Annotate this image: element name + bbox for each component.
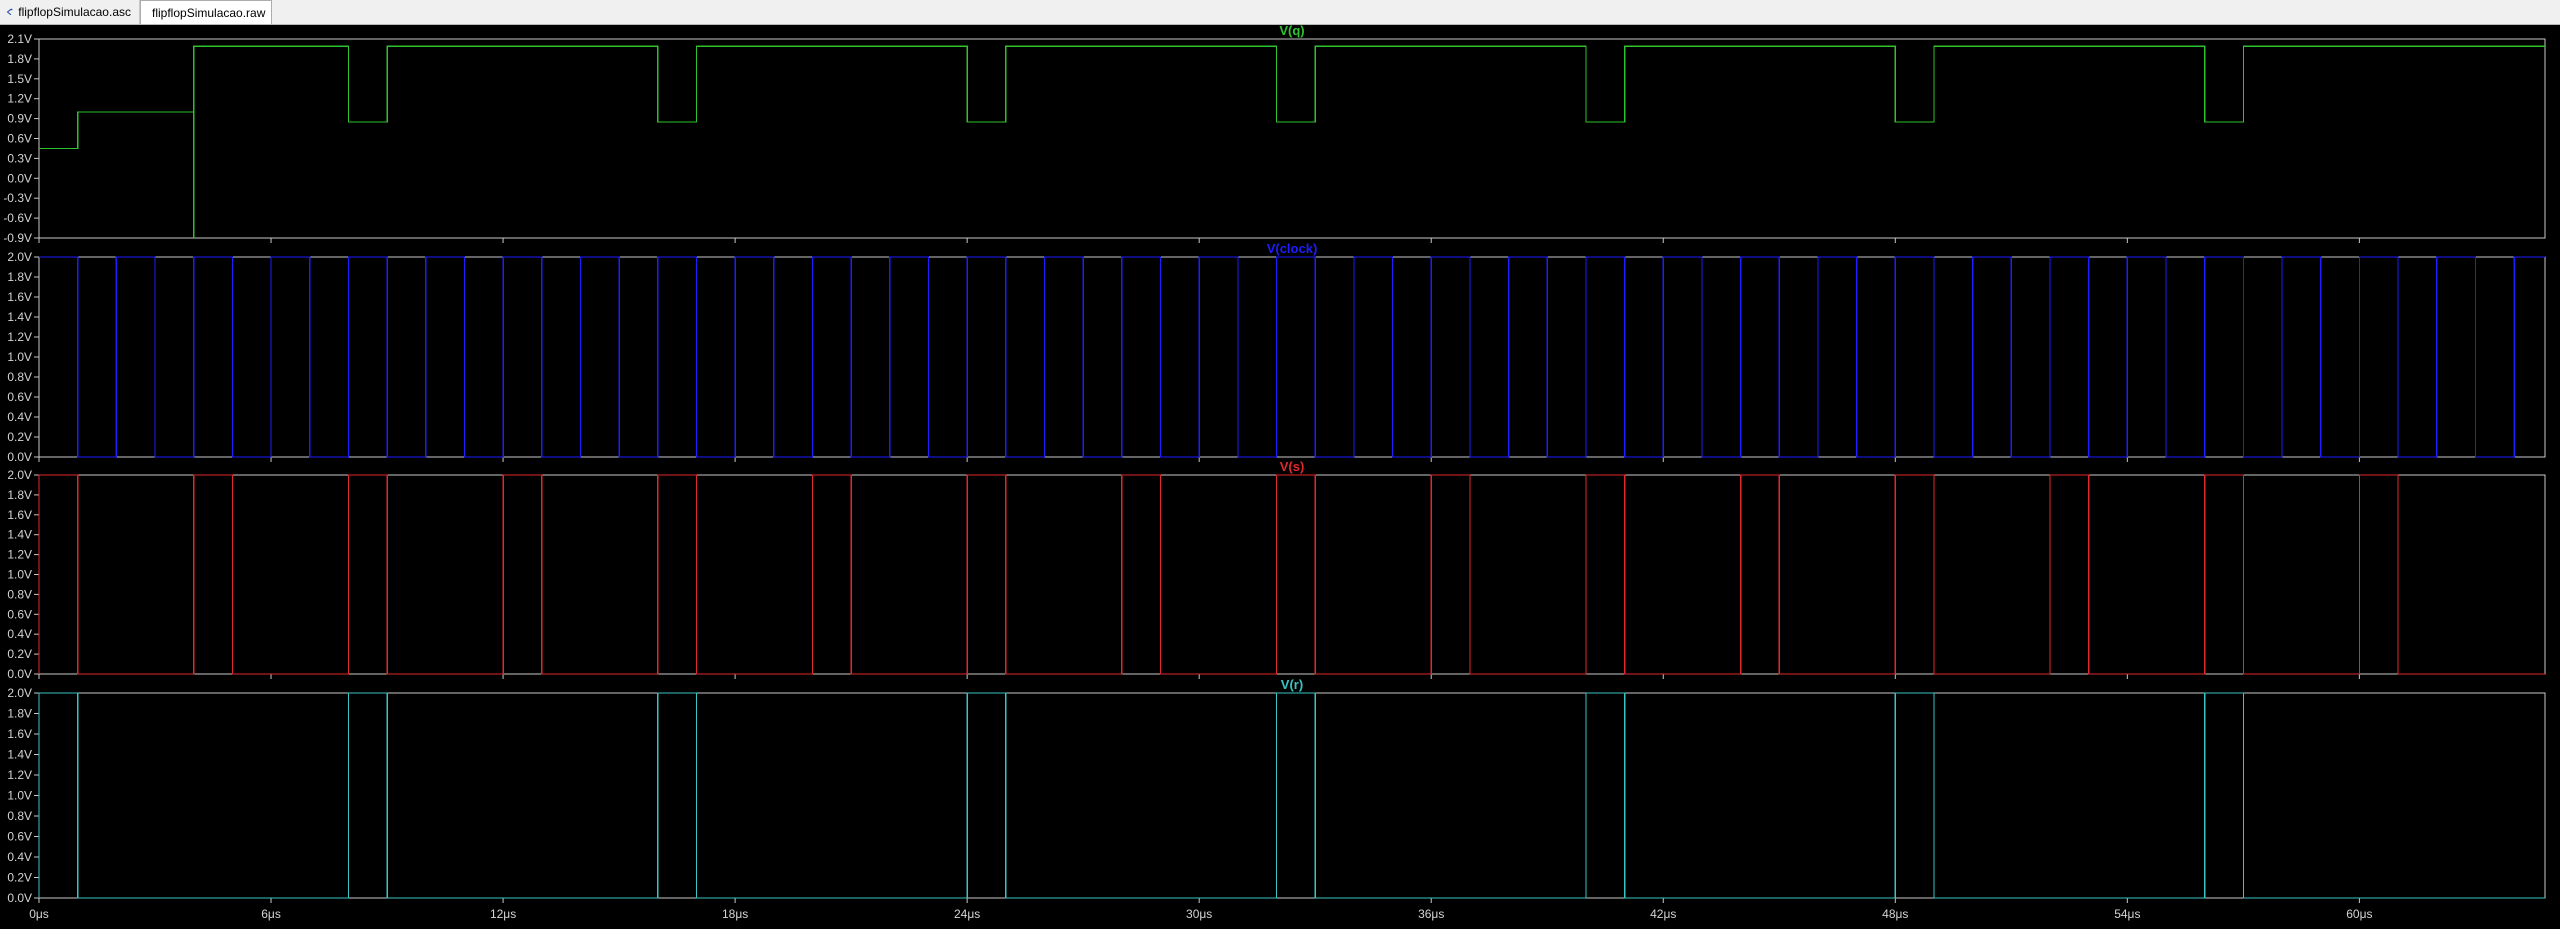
trace-line-vq bbox=[39, 45, 2545, 238]
trace-line-vr bbox=[38, 692, 2545, 899]
y-tick-label: 1.2V bbox=[7, 768, 32, 782]
y-tick-label: 1.0V bbox=[7, 789, 32, 803]
x-tick-label: 0μs bbox=[29, 907, 49, 921]
y-tick-label: 1.2V bbox=[7, 92, 32, 106]
y-tick-label: -0.9V bbox=[3, 231, 32, 245]
trace-line-vs bbox=[38, 474, 2545, 675]
y-tick-label: 0.2V bbox=[7, 871, 32, 885]
y-tick-label: 0.9V bbox=[7, 112, 32, 126]
tab-bar: flipflopSimulacao.asc flipflopSimulacao.… bbox=[0, 0, 2560, 25]
y-tick-label: 1.6V bbox=[7, 508, 32, 522]
x-tick-label: 12μs bbox=[490, 907, 516, 921]
plot-canvas[interactable]: V(q) 2.1V 1.8V 1.5V 1.2V 0.9V 0.6V 0.3V 0.0V -0.3… bbox=[0, 25, 2560, 929]
y-tick-label: 0.6V bbox=[7, 132, 32, 146]
y-tick-label: 0.4V bbox=[7, 410, 32, 424]
y-tick-label: 0.8V bbox=[7, 587, 32, 601]
x-tick-label: 60μs bbox=[2346, 907, 2372, 921]
x-tick-label: 36μs bbox=[1418, 907, 1444, 921]
y-tick-label: 1.6V bbox=[7, 727, 32, 741]
y-tick-label: 1.8V bbox=[7, 52, 32, 66]
y-tick-label: 0.0V bbox=[7, 667, 32, 681]
plot-pane-3: V(r) 2.0V 1.8V 1.6V 1.4V 1.2V 1.0V 0.8V 0.6V 0.4V… bbox=[7, 677, 2546, 905]
tab-schematic[interactable]: flipflopSimulacao.asc bbox=[0, 0, 140, 24]
waveform-viewer[interactable]: V(q) 2.1V 1.8V 1.5V 1.2V 0.9V 0.6V 0.3V 0.0V -0.3… bbox=[0, 25, 2560, 929]
y-tick-label: 0.0V bbox=[7, 450, 32, 464]
tab-waveform[interactable]: flipflopSimulacao.raw bbox=[140, 0, 272, 24]
y-tick-label: 1.2V bbox=[7, 330, 32, 344]
x-tick-label: 48μs bbox=[1882, 907, 1908, 921]
plot-frame bbox=[38, 256, 2546, 458]
y-tick-label: -0.3V bbox=[3, 191, 32, 205]
plot-pane-2: V(s) 2.0V 1.8V 1.6V 1.4V 1.2V 1.0V 0.8V 0.6V 0.4V… bbox=[7, 459, 2546, 681]
trace-title: V(q) bbox=[1279, 25, 1304, 38]
y-tick-label: 1.6V bbox=[7, 290, 32, 304]
y-tick-label: 1.4V bbox=[7, 310, 32, 324]
y-tick-label: 1.8V bbox=[7, 707, 32, 721]
x-tick-label: 24μs bbox=[954, 907, 980, 921]
y-tick-label: 1.5V bbox=[7, 72, 32, 86]
tab-label: flipflopSimulacao.asc bbox=[18, 5, 131, 19]
trace-title: V(s) bbox=[1280, 459, 1305, 474]
x-tick-label: 30μs bbox=[1186, 907, 1212, 921]
y-tick-label: 1.8V bbox=[7, 270, 32, 284]
y-tick-label: 0.4V bbox=[7, 627, 32, 641]
y-tick-label: 0.6V bbox=[7, 607, 32, 621]
y-tick-label: 2.0V bbox=[7, 468, 32, 482]
y-tick-label: 1.4V bbox=[7, 748, 32, 762]
x-tick-label: 42μs bbox=[1650, 907, 1676, 921]
y-tick-label: 0.6V bbox=[7, 390, 32, 404]
y-tick-label: 0.0V bbox=[7, 171, 32, 185]
y-tick-label: 2.0V bbox=[7, 250, 32, 264]
y-tick-label: 0.2V bbox=[7, 430, 32, 444]
y-tick-label: -0.6V bbox=[3, 211, 32, 225]
y-tick-label: 2.1V bbox=[7, 32, 32, 46]
plot-frame bbox=[38, 474, 2546, 675]
y-tick-label: 0.6V bbox=[7, 830, 32, 844]
y-tick-label: 1.2V bbox=[7, 548, 32, 562]
plot-frame bbox=[38, 692, 2546, 899]
x-tick-label: 54μs bbox=[2114, 907, 2140, 921]
y-tick-label: 1.8V bbox=[7, 488, 32, 502]
x-tick-label: 18μs bbox=[722, 907, 748, 921]
x-tick-label: 6μs bbox=[261, 907, 281, 921]
y-tick-label: 0.4V bbox=[7, 850, 32, 864]
y-tick-label: 1.4V bbox=[7, 528, 32, 542]
plot-pane-1: V(clock) 2.0V 1.8V 1.6V 1.4V 1.2V 1.0V 0.8V 0.6V… bbox=[7, 241, 2546, 464]
trace-title: V(clock) bbox=[1267, 241, 1318, 256]
y-tick-label: 0.2V bbox=[7, 647, 32, 661]
plot-frame bbox=[38, 38, 2546, 239]
schematic-icon bbox=[7, 8, 13, 16]
y-tick-label: 2.0V bbox=[7, 686, 32, 700]
trace-line-vclock bbox=[39, 256, 2545, 458]
y-tick-label: 0.8V bbox=[7, 809, 32, 823]
y-tick-label: 0.8V bbox=[7, 370, 32, 384]
tab-label: flipflopSimulacao.raw bbox=[152, 5, 266, 20]
y-tick-label: 0.3V bbox=[7, 151, 32, 165]
y-tick-label: 0.0V bbox=[7, 891, 32, 905]
trace-title: V(r) bbox=[1281, 677, 1303, 692]
y-tick-label: 1.0V bbox=[7, 350, 32, 364]
y-tick-label: 1.0V bbox=[7, 568, 32, 582]
plot-pane-0: V(q) 2.1V 1.8V 1.5V 1.2V 0.9V 0.6V 0.3V 0.0V -0.3… bbox=[3, 25, 2546, 245]
